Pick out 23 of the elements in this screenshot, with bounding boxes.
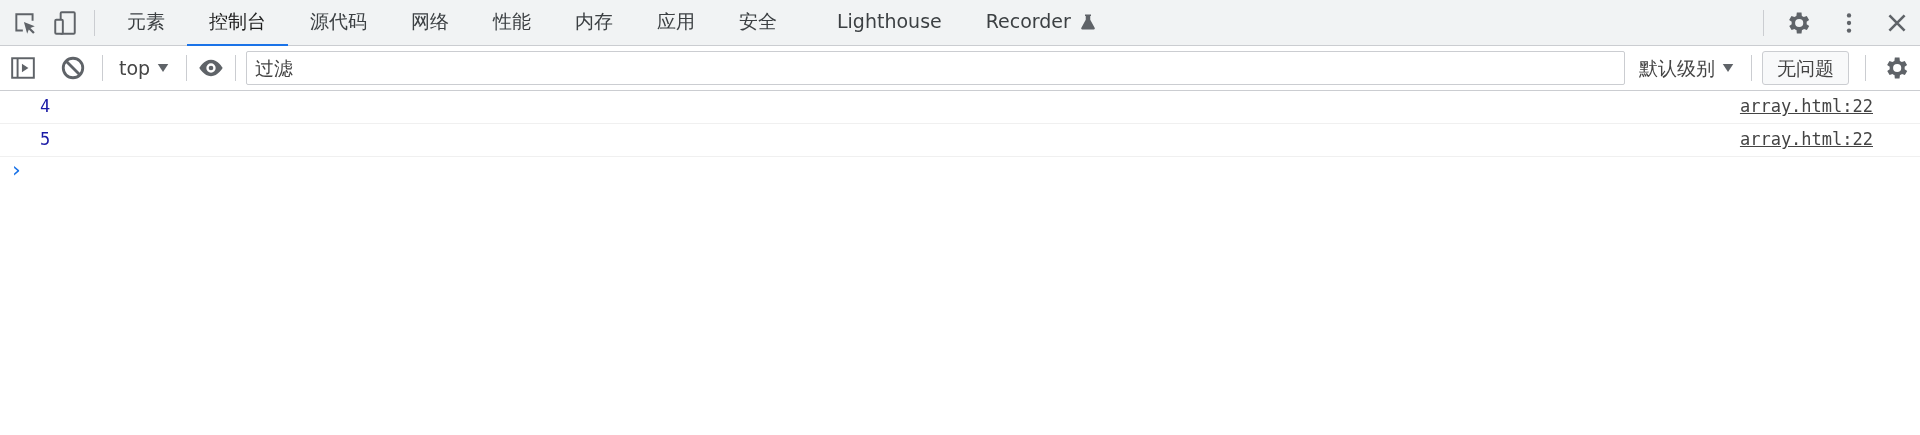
tab[interactable]: Recorder: [963, 0, 1119, 46]
log-value: 5: [40, 128, 51, 152]
tab[interactable]: Lighthouse: [815, 0, 964, 46]
tab[interactable]: 元素: [105, 0, 187, 46]
tab[interactable]: 内存: [553, 0, 635, 46]
console-prompt[interactable]: ›: [0, 157, 1920, 183]
tab[interactable]: 源代码: [288, 0, 389, 46]
tab[interactable]: 安全: [717, 0, 799, 46]
issues-button[interactable]: 无问题: [1762, 50, 1849, 86]
tab[interactable]: 性能: [471, 0, 553, 46]
log-level-dropdown[interactable]: 默认级别: [1633, 53, 1741, 83]
log-value: 4: [40, 95, 51, 119]
sidebar-icon[interactable]: [10, 55, 36, 81]
source-link[interactable]: array.html:22: [1739, 94, 1873, 120]
filter-field[interactable]: 过滤: [246, 51, 1625, 85]
tab[interactable]: 网络: [389, 0, 471, 46]
device-icon[interactable]: [52, 9, 78, 36]
flask-icon: [1078, 12, 1097, 31]
clear-icon[interactable]: [60, 55, 86, 81]
tab[interactable]: 控制台: [187, 0, 288, 46]
tab[interactable]: 应用: [635, 0, 717, 46]
source-link[interactable]: array.html:22: [1739, 127, 1873, 153]
context-dropdown[interactable]: top: [113, 53, 177, 83]
